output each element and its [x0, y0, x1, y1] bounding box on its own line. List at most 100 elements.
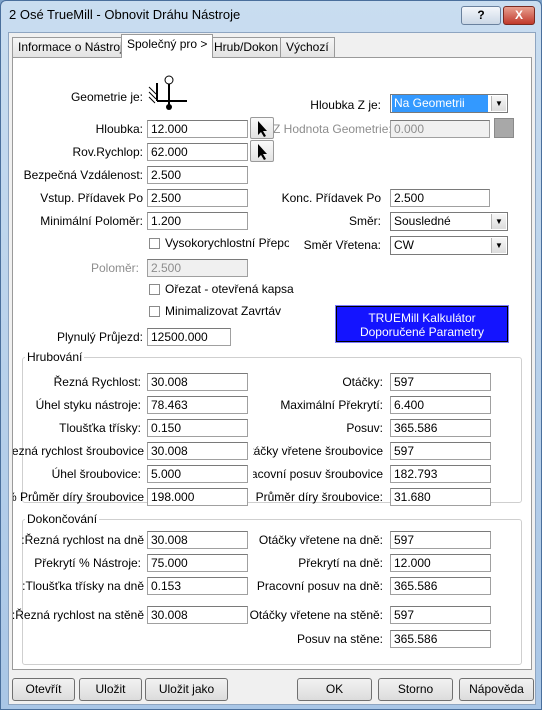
close-button[interactable]: X	[503, 6, 535, 25]
wall-speed-label-clip: Řezná rychlost na stěně:	[13, 606, 144, 626]
engage-angle-label: Úhel styku nástroje:	[35, 398, 141, 412]
roughing-title: Hrubování	[25, 350, 85, 364]
helix-feed-input[interactable]: 182.793	[390, 465, 491, 483]
helix-dia-input[interactable]: 31.680	[390, 488, 491, 506]
rough-rpm-input[interactable]: 597	[390, 373, 491, 391]
floor-overlap-label: Překrytí na dně:	[298, 556, 383, 570]
wall-rpm-label: Otáčky vřetene na stěně:	[249, 608, 383, 622]
trim-open-label: Ořezat - otevřená kapsa	[165, 282, 294, 296]
helix-speed-label-clip: Řezná rychlost šroubovice:	[13, 442, 144, 462]
smooth-pass-label: Plynulý Průjezd:	[56, 330, 143, 344]
floor-rpm-label: Otáčky vřetene na dně:	[258, 533, 383, 547]
dialog-window: 2 Osé TrueMill - Obnovit Dráhu Nástroje …	[0, 0, 542, 710]
tab-common[interactable]: Společný pro >	[121, 34, 214, 58]
depth-input[interactable]: 12.000	[147, 120, 248, 138]
z-depth-label: Hloubka Z je:	[310, 98, 381, 112]
wall-rpm-input[interactable]: 597	[390, 606, 491, 624]
z-depth-select[interactable]: Na Geometrii ▼	[390, 94, 508, 113]
rough-feed-label: Posuv:	[346, 421, 383, 435]
floor-chip-label-clip: Tloušťka třísky na dně:	[13, 577, 144, 597]
direction-value: Sousledné	[394, 214, 451, 228]
helix-speed-label: Řezná rychlost šroubovice:	[13, 444, 144, 458]
helix-rpm-label-clip: Otáčky vřetene šroubovice:	[253, 442, 383, 462]
z-geom-pick-button	[494, 118, 514, 138]
z-geom-value-label: Z Hodnota Geometrie:	[273, 122, 392, 136]
entry-allowance-label: Vstup. Přídavek Po	[40, 191, 143, 205]
safe-distance-input[interactable]: 2.500	[147, 166, 248, 184]
chip-thickness-label: Tloušťka třísky:	[59, 421, 141, 435]
calculator-button[interactable]: TRUEMill Kalkulátor Doporučené Parametry	[335, 305, 509, 343]
title-bar[interactable]: 2 Osé TrueMill - Obnovit Dráhu Nástroje …	[1, 1, 541, 31]
radius-input: 2.500	[147, 259, 248, 277]
helix-angle-input[interactable]: 5.000	[147, 465, 248, 483]
helix-dia-pct-label-clip: Průměr díry šroubovice %:	[13, 488, 144, 508]
safe-distance-label: Bezpečná Vzdálenost:	[23, 168, 143, 182]
finishing-title: Dokončování	[25, 512, 100, 526]
helix-feed-label-clip: Pracovní posuv šroubovice:	[253, 465, 383, 485]
helix-angle-label: Úhel šroubovice:	[51, 467, 141, 481]
rapid-plane-input[interactable]: 62.000	[147, 143, 248, 161]
floor-speed-label: Řezná rychlost na dně:	[21, 533, 144, 547]
dialog-client: Informace o Nástroji Společný pro > Hrub…	[8, 32, 536, 705]
final-allowance-input[interactable]: 2.500	[390, 189, 490, 207]
save-button[interactable]: Uložit	[79, 678, 142, 701]
cursor-arrow-icon	[258, 121, 267, 137]
cancel-button[interactable]: Storno	[378, 678, 453, 701]
smooth-pass-input[interactable]: 12500.000	[147, 328, 231, 346]
wall-feed-input[interactable]: 365.586	[390, 630, 491, 648]
wall-speed-label: Řezná rychlost na stěně:	[13, 608, 144, 622]
helix-dia-label: Průměr díry šroubovice:	[255, 490, 383, 504]
spindle-direction-select[interactable]: CW ▼	[390, 236, 508, 255]
chevron-down-icon: ▼	[491, 214, 506, 229]
final-allowance-label: Konc. Přídavek Po	[281, 191, 381, 205]
helix-feed-label: Pracovní posuv šroubovice:	[253, 467, 383, 481]
spindle-direction-value: CW	[394, 238, 414, 252]
tab-defaults[interactable]: Výchozí	[280, 37, 335, 57]
wall-feed-label: Posuv na stěne:	[296, 632, 383, 646]
help-button[interactable]: Nápověda	[459, 678, 534, 701]
floor-overlap-input[interactable]: 12.000	[390, 554, 491, 572]
cursor-arrow-icon	[258, 144, 267, 160]
min-plunge-checkbox[interactable]	[149, 306, 160, 317]
helix-dia-pct-label: Průměr díry šroubovice %:	[13, 490, 144, 504]
chevron-down-icon: ▼	[491, 238, 506, 253]
min-plunge-label: Minimalizovat Zavrtáv	[165, 304, 282, 318]
helix-rpm-input[interactable]: 597	[390, 442, 491, 460]
direction-label: Směr:	[348, 214, 381, 228]
open-button[interactable]: Otevřít	[12, 678, 75, 701]
rough-cutting-speed-label: Řezná Rychlost:	[53, 375, 141, 389]
direction-select[interactable]: Sousledné ▼	[390, 212, 508, 231]
help-title-button[interactable]: ?	[461, 6, 501, 25]
floor-chip-label: Tloušťka třísky na dně:	[22, 579, 144, 593]
save-as-button[interactable]: Uložit jako	[145, 678, 228, 701]
overlap-pct-label: Překrytí % Nástroje:	[34, 556, 141, 570]
z-depth-value: Na Geometrii	[392, 95, 488, 112]
helix-speed-input[interactable]: 30.008	[147, 442, 248, 460]
rough-feed-input[interactable]: 365.586	[390, 419, 491, 437]
helix-rpm-label: Otáčky vřetene šroubovice:	[253, 444, 383, 458]
floor-speed-label-clip: Řezná rychlost na dně:	[13, 531, 144, 551]
rough-rpm-label: Otáčky:	[342, 375, 383, 389]
max-overlap-input[interactable]: 6.400	[390, 396, 491, 414]
calculator-line1: TRUEMill Kalkulátor	[368, 311, 476, 325]
tab-panel: Geometrie je: Hloubka Z je: Na Geometrii…	[12, 57, 532, 670]
floor-feed-input[interactable]: 365.586	[390, 577, 491, 595]
tab-tool-info[interactable]: Informace o Nástroji	[12, 37, 132, 57]
pick-depth-button[interactable]	[250, 117, 274, 139]
trim-open-checkbox[interactable]	[149, 284, 160, 295]
window-title: 2 Osé TrueMill - Obnovit Dráhu Nástroje	[9, 7, 241, 22]
high-speed-checkbox[interactable]	[149, 238, 160, 249]
min-radius-label: Minimální Poloměr:	[40, 214, 143, 228]
ok-button[interactable]: OK	[297, 678, 372, 701]
depth-label: Hloubka:	[95, 122, 143, 136]
tab-rough-finish[interactable]: Hrub/Dokon	[208, 37, 285, 57]
floor-rpm-input[interactable]: 597	[390, 531, 491, 549]
entry-allowance-input[interactable]: 2.500	[147, 189, 248, 207]
rapid-plane-label: Rov.Rychlop:	[72, 145, 143, 159]
spindle-direction-label: Směr Vřetena:	[303, 238, 381, 252]
pick-rapid-button[interactable]	[250, 140, 274, 162]
chevron-down-icon: ▼	[491, 96, 506, 111]
min-radius-input[interactable]: 1.200	[147, 212, 248, 230]
z-geom-value-input: 0.000	[390, 120, 490, 138]
geometry-label: Geometrie je:	[70, 90, 143, 104]
